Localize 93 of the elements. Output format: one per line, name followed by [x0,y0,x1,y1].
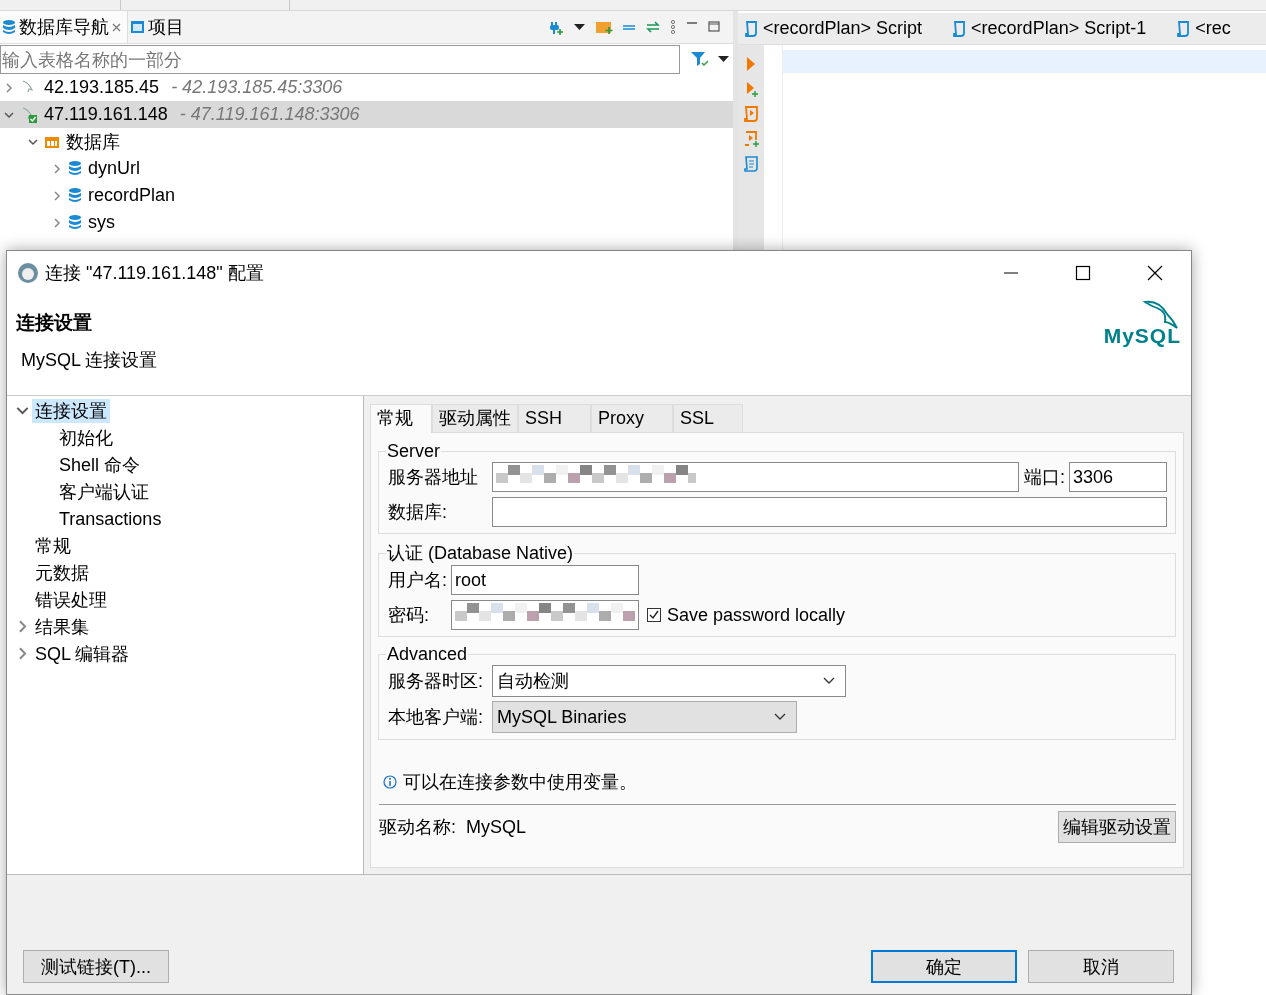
nav-item[interactable]: 客户端认证 [56,479,152,504]
chevron-icon[interactable] [52,163,62,174]
tree-row[interactable]: 47.119.161.148 - 47.119.161.148:3306 [0,101,733,128]
database-field[interactable] [492,497,1167,527]
group-title: Server [386,441,441,462]
settings-tab[interactable]: SSL [673,404,744,432]
chevron-down-icon [823,677,835,685]
chevron-icon[interactable] [52,217,62,228]
filter-icon[interactable] [689,50,709,68]
chevron-down-icon [774,713,786,721]
nav-item[interactable]: Shell 命令 [56,452,144,477]
ok-button[interactable]: 确定 [871,950,1017,983]
chevron-icon[interactable] [52,190,62,201]
panel-tab[interactable]: 项目 [128,11,190,43]
cancel-button[interactable]: 取消 [1028,950,1174,983]
field-label: 本地客户端: [388,706,484,729]
tree-label: 42.193.185.45 [44,77,160,98]
nav-item[interactable]: 结果集 [32,614,92,639]
database-icon [68,214,82,231]
section-title: 连接设置 [16,311,93,335]
editor-tab[interactable]: <recordPlan> Script [744,18,923,39]
nav-item[interactable]: 初始化 [56,425,116,450]
tree-label: 数据库 [66,130,120,154]
script-icon [744,20,757,37]
tree-row[interactable]: sys [0,209,733,236]
editor-tab[interactable]: <rec [1176,18,1231,39]
tree-row[interactable]: 数据库 [0,128,733,155]
group-title: 认证 (Database Native) [386,542,575,565]
database-icon [68,187,82,204]
nav-item[interactable]: 元数据 [32,560,92,585]
script-plus-icon[interactable] [742,130,760,148]
host-field[interactable] [492,462,1019,492]
checkbox-label: Save password locally [667,604,846,626]
app-icon [17,261,39,284]
settings-tab[interactable]: 常规 [370,404,432,433]
edit-driver-button[interactable]: 编辑驱动设置 [1058,811,1176,843]
field-label: 服务器时区: [388,670,484,693]
field-label: 服务器地址 [388,466,479,489]
chevron-icon[interactable] [4,82,14,93]
tree-row[interactable]: dynUrl [0,155,733,182]
test-connection-button[interactable]: 测试链接(T)... [23,950,169,983]
port-field[interactable]: 3306 [1069,462,1167,492]
nav-item[interactable]: 错误处理 [32,587,110,612]
logo-text: MySQL [1103,324,1181,348]
username-field[interactable]: root [451,565,639,595]
info-text: 可以在连接参数中使用变量。 [403,771,637,794]
more-icon[interactable] [669,19,677,35]
info-icon [383,775,397,789]
chevron-icon[interactable] [28,136,38,147]
script-icon [1176,20,1190,37]
tree-label: 47.119.161.148 [44,104,168,125]
field-label: 用户名: [388,569,448,592]
database-icon [2,18,16,36]
close-icon[interactable] [1147,264,1163,281]
connect-plus-icon[interactable] [548,19,564,35]
field-label: 密码: [388,604,430,627]
tree-label: recordPlan [88,185,176,206]
tree-label: dynUrl [88,158,140,179]
section-subtitle: MySQL 连接设置 [21,349,158,372]
window-title: 连接 "47.119.161.148" 配置 [45,261,264,285]
driver-label: 驱动名称: [379,816,456,839]
editor-tab[interactable]: <recordPlan> Script-1 [952,18,1147,39]
nav-item[interactable]: 连接设置 [32,398,110,423]
dropdown[interactable]: 自动检测 [492,665,846,697]
field-label: 端口: [1024,466,1066,489]
field-label: 数据库: [388,501,448,524]
maximize-icon[interactable] [1075,264,1091,281]
window-icon [130,20,145,34]
nav-item[interactable]: 常规 [32,533,74,558]
script-icon [952,20,966,37]
settings-tab[interactable]: Proxy [591,404,674,432]
tree-row[interactable]: 42.193.185.45 - 42.193.185.45:3306 [0,74,733,101]
filter-field[interactable]: 输入表格名称的一部分 [0,44,680,74]
script-list-icon[interactable] [742,155,760,173]
script-run-icon[interactable] [742,105,760,123]
dropdown[interactable]: MySQL Binaries [492,701,797,733]
connection-detail: - 47.119.161.148:3306 [179,104,360,125]
connection-detail: - 42.193.185.45:3306 [171,77,343,98]
group-title: Advanced [386,644,469,665]
folder-icon [44,134,60,149]
driver-name: MySQL [466,816,527,838]
nav-item[interactable]: Transactions [56,506,165,531]
panel-tab[interactable]: 数据库导航 [0,11,128,43]
nav-item[interactable]: SQL 编辑器 [32,641,133,666]
settings-tab[interactable]: SSH [518,404,591,432]
database-icon [68,160,82,177]
link-arrows-icon[interactable] [645,19,661,35]
tree-label: sys [88,212,115,233]
chevron-icon[interactable] [4,109,14,120]
settings-tab[interactable]: 驱动属性 [432,404,518,432]
checkbox[interactable] [647,608,661,622]
tree-row[interactable]: recordPlan [0,182,733,209]
folder-plus-icon[interactable] [595,19,613,35]
